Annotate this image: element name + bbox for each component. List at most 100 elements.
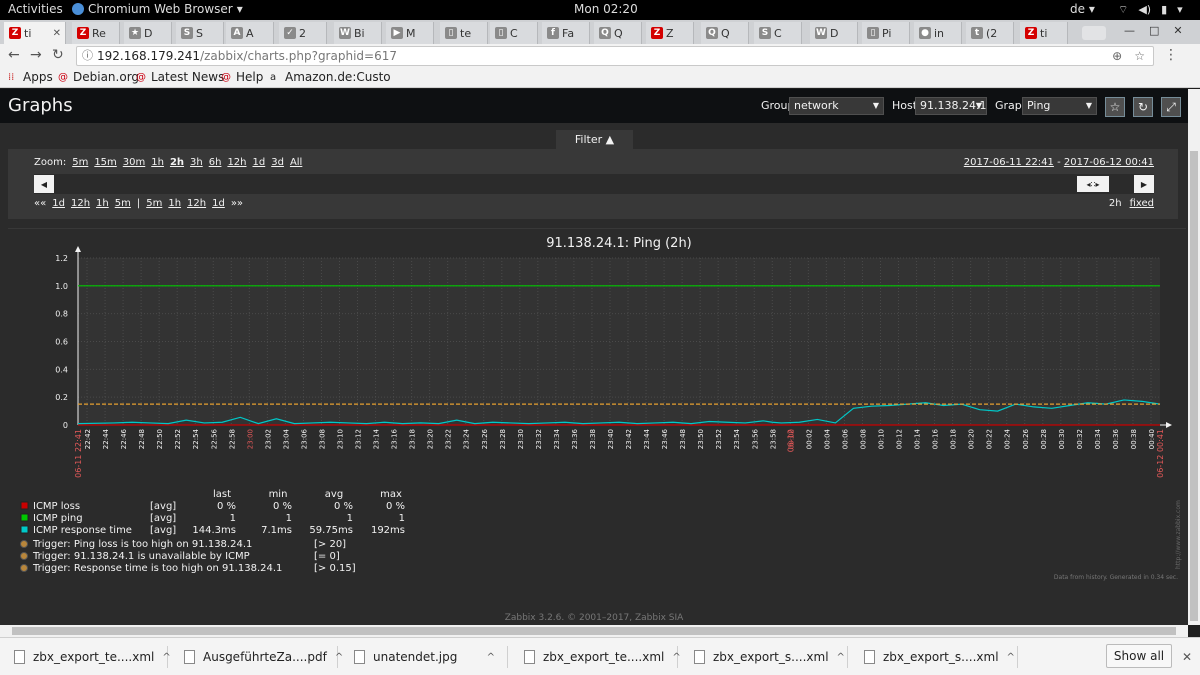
gnome-top-bar: Activities Chromium Web Browser ▾ Mon 02… [0, 0, 1200, 20]
timeline-left-button[interactable]: ◀ [34, 175, 54, 193]
x-tick-label: 23:20 [427, 429, 435, 449]
download-item[interactable]: zbx_export_te....xml ^ [0, 646, 171, 668]
zoom-option[interactable]: 3h [190, 157, 203, 168]
clock[interactable]: Mon 02:20 [574, 2, 638, 16]
bookmark-latest-news[interactable]: @ Latest News [136, 70, 224, 84]
favorite-star-button[interactable]: ☆ [1105, 97, 1125, 117]
zoom-option[interactable]: 12h [227, 157, 246, 168]
browser-tab[interactable]: Zti [1020, 22, 1068, 44]
new-tab-button[interactable] [1082, 26, 1106, 40]
reload-icon[interactable]: ↻ [52, 47, 64, 63]
fixed-toggle[interactable]: fixed [1130, 198, 1154, 209]
period-from[interactable]: 2017-06-11 22:41 [964, 157, 1054, 168]
minimize-icon[interactable]: — [1124, 24, 1135, 37]
bookmark-star-icon[interactable]: ☆ [1134, 47, 1145, 65]
browser-tab[interactable]: ▯ C [490, 22, 538, 44]
forward-icon[interactable]: → [30, 47, 42, 63]
browser-tab[interactable]: W Bi [334, 22, 382, 44]
period-to[interactable]: 2017-06-12 00:41 [1064, 157, 1154, 168]
close-icon[interactable]: ✕ [1173, 24, 1182, 37]
bookmark-help[interactable]: @ Help [221, 70, 263, 84]
zoom-icon[interactable]: ⊕ [1112, 47, 1122, 65]
favicon-icon: ● [919, 27, 931, 39]
x-tick-label: 00:38 [1130, 429, 1138, 449]
zoom-option[interactable]: 1h [151, 157, 164, 168]
timeline-thumb[interactable]: ◂∷▸ [1077, 176, 1109, 192]
x-tick-label: 23:16 [391, 428, 399, 449]
zoom-option[interactable]: All [290, 157, 302, 168]
info-icon[interactable]: ⓘ [82, 47, 93, 65]
download-item[interactable]: zbx_export_s....xml ^ [850, 646, 1018, 668]
nav-back-option[interactable]: 1d [52, 198, 65, 209]
show-all-button[interactable]: Show all [1106, 644, 1172, 668]
download-item[interactable]: zbx_export_te....xml ^ [510, 646, 681, 668]
download-item[interactable]: AusgeführteZa....pdf ^ [170, 646, 343, 668]
browser-tab[interactable]: Zti ✕ [4, 22, 66, 44]
nav-forward-option[interactable]: 5m [146, 198, 162, 209]
zoom-option[interactable]: 6h [209, 157, 222, 168]
x-tick-label: 23:46 [661, 428, 669, 449]
browser-tab[interactable]: QQ [701, 22, 749, 44]
maximize-icon[interactable]: □ [1149, 24, 1159, 37]
zoom-option[interactable]: 3d [271, 157, 284, 168]
page-horizontal-scrollbar[interactable] [0, 625, 1188, 637]
download-item[interactable]: unatendet.jpg ^ [340, 646, 508, 668]
scroll-thumb[interactable] [12, 627, 1176, 635]
system-tray[interactable]: ⌔ ◀) ▮ ▾ [1118, 3, 1183, 17]
browser-tab[interactable]: t (2 [966, 22, 1014, 44]
browser-tab[interactable]: Z Re [72, 22, 120, 44]
zoom-option[interactable]: 15m [94, 157, 116, 168]
chevron-up-icon[interactable]: ^ [837, 652, 845, 663]
browser-tab[interactable]: QQ [594, 22, 642, 44]
tab-close-icon[interactable]: ✕ [53, 28, 61, 39]
keyboard-layout[interactable]: de ▾ [1070, 2, 1095, 16]
app-menu[interactable]: Chromium Web Browser ▾ [72, 2, 243, 16]
scroll-thumb[interactable] [1190, 151, 1198, 621]
nav-back-option[interactable]: «« [34, 198, 46, 209]
chevron-up-icon[interactable]: ^ [1007, 652, 1015, 663]
nav-forward-option[interactable]: 12h [187, 198, 206, 209]
nav-back-option[interactable]: 5m [115, 198, 131, 209]
browser-tab[interactable]: ▯ te [440, 22, 488, 44]
address-bar[interactable]: ⓘ 192.168.179.241/zabbix/charts.php?grap… [76, 46, 1154, 66]
download-item[interactable]: zbx_export_s....xml ^ [680, 646, 848, 668]
fullscreen-button[interactable]: ⤢ [1161, 97, 1181, 117]
back-icon[interactable]: ← [8, 47, 20, 63]
nav-back-option[interactable]: 1h [96, 198, 109, 209]
activities-button[interactable]: Activities [8, 2, 63, 16]
zoom-option[interactable]: 2h [170, 157, 184, 168]
bookmark-apps[interactable]: ⁞⁞ Apps [8, 70, 53, 84]
chevron-up-icon[interactable]: ^ [487, 652, 495, 663]
zoom-option[interactable]: 1d [253, 157, 266, 168]
nav-forward-option[interactable]: 1d [212, 198, 225, 209]
filter-toggle[interactable]: Filter ▲ [556, 130, 633, 150]
browser-tab[interactable]: ▶ M [386, 22, 434, 44]
graph-select[interactable]: Ping ▼ [1022, 97, 1097, 115]
timeline-scrollbar[interactable] [34, 174, 1154, 194]
nav-back-option[interactable]: 12h [71, 198, 90, 209]
nav-forward-option[interactable]: 1h [168, 198, 181, 209]
zoom-option[interactable]: 30m [123, 157, 145, 168]
timeline-right-button[interactable]: ▶ [1134, 175, 1154, 193]
browser-tab[interactable]: ✓ 2 [279, 22, 327, 44]
browser-tab[interactable]: ★ D [124, 22, 172, 44]
refresh-button[interactable]: ↻ [1133, 97, 1153, 117]
browser-tab[interactable]: AA [226, 22, 274, 44]
host-select[interactable]: 91.138.24.1 ▼ [915, 97, 987, 115]
browser-menu-icon[interactable]: ⋮ [1164, 47, 1178, 63]
bookmark-amazon[interactable]: a Amazon.de:Custo [270, 70, 391, 84]
browser-tab[interactable]: ● in [914, 22, 962, 44]
browser-tab[interactable]: WD [810, 22, 858, 44]
browser-tab[interactable]: ▯ Pi [862, 22, 910, 44]
bookmark-debian[interactable]: @ Debian.org [58, 70, 139, 84]
group-select[interactable]: network ▼ [789, 97, 884, 115]
browser-tab[interactable]: ZZ [646, 22, 694, 44]
tab-label: C [774, 26, 782, 40]
browser-tab[interactable]: f Fa [542, 22, 590, 44]
page-vertical-scrollbar[interactable] [1188, 89, 1200, 625]
nav-forward-option[interactable]: »» [231, 198, 243, 209]
zoom-option[interactable]: 5m [72, 157, 88, 168]
close-icon[interactable]: ✕ [1182, 650, 1192, 664]
browser-tab[interactable]: SC [754, 22, 802, 44]
browser-tab[interactable]: SS [176, 22, 224, 44]
